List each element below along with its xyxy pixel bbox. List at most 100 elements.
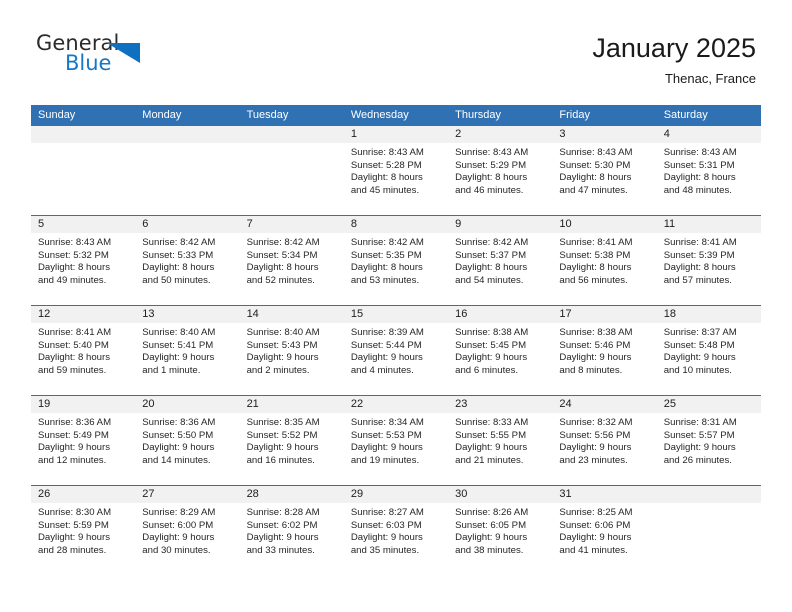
day-cell[interactable]: 2 Sunrise: 8:43 AM Sunset: 5:29 PM Daylight… (448, 126, 553, 215)
day-cell[interactable]: 9 Sunrise: 8:42 AM Sunset: 5:37 PM Daylight… (448, 216, 553, 305)
day-cell[interactable]: 8 Sunrise: 8:42 AM Sunset: 5:35 PM Daylight… (343, 216, 449, 305)
day-sun-info: Sunrise: 8:27 AM Sunset: 6:03 PM Daylight:… (344, 503, 448, 557)
day-sun-info: Sunrise: 8:38 AM Sunset: 5:45 PM Daylight:… (448, 323, 552, 377)
day-cell[interactable]: 6 Sunrise: 8:42 AM Sunset: 5:33 PM Daylight… (135, 216, 240, 305)
day-info-daylight-line1: Daylight: 9 hours (246, 352, 319, 364)
logo-text-blue: Blue (65, 51, 112, 75)
day-info-daylight-line2: and 8 minutes. (559, 364, 623, 376)
day-cell[interactable]: 20 Sunrise: 8:36 AM Sunset: 5:50 PM Dayligh… (135, 396, 240, 485)
day-info-sunset: Sunset: 5:35 PM (350, 249, 422, 261)
day-cell[interactable]: 24 Sunrise: 8:32 AM Sunset: 5:56 PM Dayligh… (552, 396, 657, 485)
day-info-daylight-line2: and 12 minutes. (38, 454, 107, 466)
day-cell[interactable]: 25 Sunrise: 8:31 AM Sunset: 5:57 PM Dayligh… (656, 396, 761, 485)
day-cell[interactable]: 12 Sunrise: 8:41 AM Sunset: 5:40 PM Dayligh… (31, 306, 136, 395)
day-info-daylight-line1: Daylight: 8 hours (559, 172, 632, 184)
day-cell[interactable]: 5 Sunrise: 8:43 AM Sunset: 5:32 PM Daylight… (31, 216, 136, 305)
day-cell[interactable]: 27 Sunrise: 8:29 AM Sunset: 6:00 PM Dayligh… (135, 486, 240, 575)
day-cell-empty (239, 126, 344, 215)
day-info-daylight-line1: Daylight: 9 hours (246, 532, 319, 544)
day-cell[interactable]: 17 Sunrise: 8:38 AM Sunset: 5:46 PM Dayligh… (552, 306, 657, 395)
day-info-sunset: Sunset: 6:02 PM (246, 519, 318, 531)
day-info-daylight-line2: and 46 minutes. (455, 184, 524, 196)
title-block: January 2025 Thenac, France (592, 30, 756, 88)
day-number: 4 (656, 126, 761, 143)
day-info-daylight-line2: and 50 minutes. (142, 274, 211, 286)
day-info-daylight-line1: Daylight: 9 hours (142, 442, 215, 454)
day-sun-info: Sunrise: 8:29 AM Sunset: 6:00 PM Daylight:… (135, 503, 239, 557)
day-info-daylight-line1: Daylight: 8 hours (38, 352, 110, 364)
day-cell[interactable]: 4 Sunrise: 8:43 AM Sunset: 5:31 PM Daylight… (656, 126, 761, 215)
day-sun-info: Sunrise: 8:42 AM Sunset: 5:34 PM Daylight:… (240, 233, 344, 287)
day-cell[interactable]: 1 Sunrise: 8:43 AM Sunset: 5:28 PM Daylight… (343, 126, 449, 215)
day-cell[interactable]: 28 Sunrise: 8:28 AM Sunset: 6:02 PM Dayligh… (239, 486, 344, 575)
day-sun-info: Sunrise: 8:35 AM Sunset: 5:52 PM Daylight:… (240, 413, 344, 467)
weekday-header-wednesday: Wednesday (350, 109, 409, 121)
day-info-sunrise: Sunrise: 8:42 AM (455, 237, 529, 248)
calendar-week-row: 12 Sunrise: 8:41 AM Sunset: 5:40 PM Dayligh… (31, 306, 761, 396)
day-info-sunrise: Sunrise: 8:27 AM (350, 507, 424, 518)
day-number: 23 (448, 396, 553, 413)
day-cell[interactable]: 18 Sunrise: 8:37 AM Sunset: 5:48 PM Dayligh… (656, 306, 761, 395)
day-info-sunset: Sunset: 5:40 PM (38, 339, 109, 351)
day-cell[interactable]: 14 Sunrise: 8:40 AM Sunset: 5:43 PM Dayligh… (239, 306, 344, 395)
day-cell[interactable]: 3 Sunrise: 8:43 AM Sunset: 5:30 PM Daylight… (552, 126, 657, 215)
day-cell[interactable]: 15 Sunrise: 8:39 AM Sunset: 5:44 PM Dayligh… (343, 306, 449, 395)
day-sun-info: Sunrise: 8:42 AM Sunset: 5:35 PM Daylight:… (344, 233, 448, 287)
day-info-sunrise: Sunrise: 8:32 AM (559, 417, 633, 428)
day-sun-info: Sunrise: 8:39 AM Sunset: 5:44 PM Daylight:… (344, 323, 448, 377)
day-info-sunrise: Sunrise: 8:43 AM (455, 147, 529, 158)
calendar-week-row: 26 Sunrise: 8:30 AM Sunset: 5:59 PM Dayligh… (31, 486, 761, 575)
day-cell-empty (31, 126, 136, 215)
day-info-sunset: Sunset: 5:37 PM (455, 249, 527, 261)
day-info-sunset: Sunset: 6:06 PM (559, 519, 631, 531)
day-cell[interactable]: 10 Sunrise: 8:41 AM Sunset: 5:38 PM Dayligh… (552, 216, 657, 305)
day-info-daylight-line2: and 35 minutes. (350, 544, 420, 556)
day-info-sunset: Sunset: 5:33 PM (142, 249, 214, 261)
calendar-page: General Blue January 2025 Thenac, France… (0, 0, 792, 612)
day-number: 22 (343, 396, 449, 413)
day-info-sunset: Sunset: 5:39 PM (663, 249, 735, 261)
day-cell[interactable]: 26 Sunrise: 8:30 AM Sunset: 5:59 PM Dayligh… (31, 486, 136, 575)
day-info-daylight-line1: Daylight: 8 hours (663, 262, 736, 274)
day-info-sunrise: Sunrise: 8:33 AM (455, 417, 529, 428)
day-sun-info: Sunrise: 8:31 AM Sunset: 5:57 PM Daylight:… (657, 413, 761, 467)
day-cell[interactable]: 19 Sunrise: 8:36 AM Sunset: 5:49 PM Dayligh… (31, 396, 136, 485)
day-info-daylight-line1: Daylight: 8 hours (246, 262, 319, 274)
day-info-sunrise: Sunrise: 8:41 AM (663, 237, 737, 248)
day-sun-info: Sunrise: 8:37 AM Sunset: 5:48 PM Daylight:… (657, 323, 761, 377)
day-info-sunrise: Sunrise: 8:40 AM (142, 327, 216, 338)
day-cell[interactable]: 22 Sunrise: 8:34 AM Sunset: 5:53 PM Dayligh… (343, 396, 449, 485)
day-cell[interactable]: 13 Sunrise: 8:40 AM Sunset: 5:41 PM Dayligh… (135, 306, 240, 395)
day-number: 30 (448, 486, 553, 503)
day-info-sunrise: Sunrise: 8:28 AM (246, 507, 320, 518)
day-info-daylight-line1: Daylight: 8 hours (455, 262, 528, 274)
day-cell[interactable]: 16 Sunrise: 8:38 AM Sunset: 5:45 PM Dayligh… (448, 306, 553, 395)
day-sun-info (240, 143, 344, 147)
day-cell[interactable]: 30 Sunrise: 8:26 AM Sunset: 6:05 PM Dayligh… (448, 486, 553, 575)
day-info-sunset: Sunset: 5:43 PM (246, 339, 318, 351)
day-info-sunset: Sunset: 5:57 PM (663, 429, 735, 441)
day-info-daylight-line2: and 30 minutes. (142, 544, 211, 556)
day-cell[interactable]: 31 Sunrise: 8:25 AM Sunset: 6:06 PM Dayligh… (552, 486, 657, 575)
day-cell[interactable]: 29 Sunrise: 8:27 AM Sunset: 6:03 PM Dayligh… (343, 486, 449, 575)
day-info-daylight-line1: Daylight: 9 hours (38, 442, 110, 454)
page-header: General Blue January 2025 Thenac, France (0, 30, 792, 100)
day-cell[interactable]: 7 Sunrise: 8:42 AM Sunset: 5:34 PM Daylight… (239, 216, 344, 305)
day-number: 31 (552, 486, 657, 503)
day-info-daylight-line1: Daylight: 8 hours (559, 262, 632, 274)
day-cell[interactable]: 21 Sunrise: 8:35 AM Sunset: 5:52 PM Dayligh… (239, 396, 344, 485)
day-cell[interactable]: 11 Sunrise: 8:41 AM Sunset: 5:39 PM Dayligh… (656, 216, 761, 305)
day-info-sunrise: Sunrise: 8:41 AM (38, 327, 112, 338)
day-sun-info: Sunrise: 8:43 AM Sunset: 5:28 PM Daylight:… (344, 143, 448, 197)
day-info-sunrise: Sunrise: 8:26 AM (455, 507, 529, 518)
day-number (135, 126, 240, 143)
day-number: 9 (448, 216, 553, 233)
day-sun-info: Sunrise: 8:36 AM Sunset: 5:49 PM Daylight:… (31, 413, 135, 467)
day-number: 13 (135, 306, 240, 323)
day-cell[interactable]: 23 Sunrise: 8:33 AM Sunset: 5:55 PM Dayligh… (448, 396, 553, 485)
day-number: 15 (343, 306, 449, 323)
day-sun-info: Sunrise: 8:30 AM Sunset: 5:59 PM Daylight:… (31, 503, 135, 557)
day-sun-info: Sunrise: 8:25 AM Sunset: 6:06 PM Daylight:… (552, 503, 656, 557)
general-blue-logo[interactable]: General Blue (36, 30, 144, 82)
day-info-sunset: Sunset: 5:44 PM (350, 339, 422, 351)
